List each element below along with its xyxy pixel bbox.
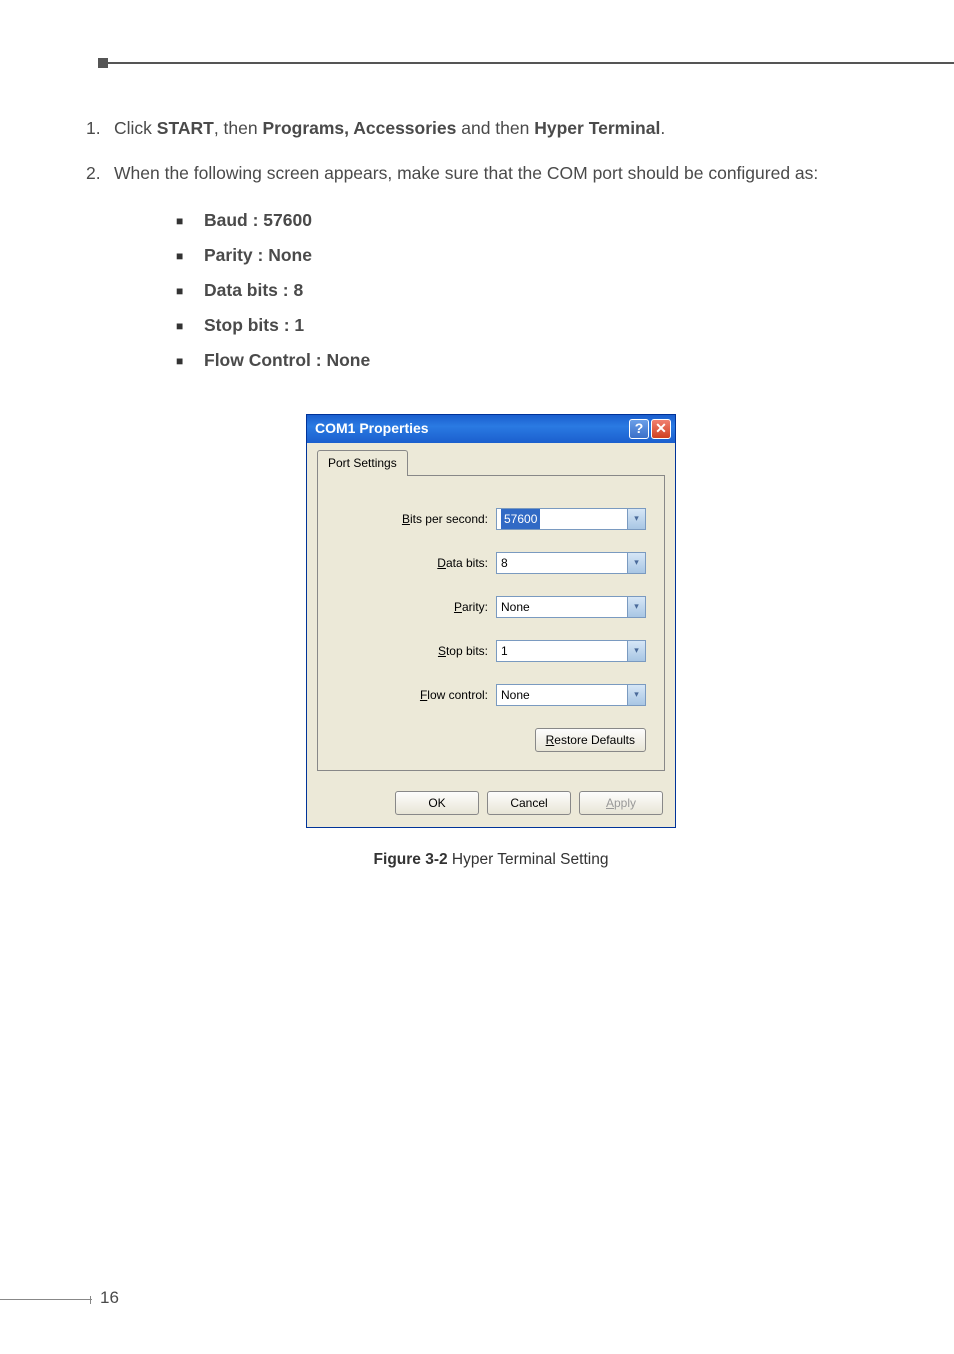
label-parity: Parity:	[454, 598, 488, 617]
row-data-bits: Data bits: 8 ▾	[336, 552, 646, 574]
tab-port-settings[interactable]: Port Settings	[317, 450, 408, 476]
text: , then	[214, 118, 263, 138]
combo-value: 8	[501, 554, 508, 573]
combo-value: None	[501, 598, 530, 617]
cancel-button[interactable]: Cancel	[487, 791, 571, 815]
chevron-down-icon: ▾	[627, 685, 645, 705]
chevron-down-icon: ▾	[627, 553, 645, 573]
ok-button[interactable]: OK	[395, 791, 479, 815]
bold: Programs, Accessories	[262, 118, 456, 138]
bullet-parity: Parity : None	[176, 238, 868, 273]
combo-bits-per-second[interactable]: 57600 ▾	[496, 508, 646, 530]
combo-value: None	[501, 686, 530, 705]
step-1: Click START, then Programs, Accessories …	[86, 115, 868, 142]
page-content: Click START, then Programs, Accessories …	[86, 115, 868, 890]
dialog-footer: OK Cancel Apply	[307, 781, 675, 827]
combo-data-bits[interactable]: 8 ▾	[496, 552, 646, 574]
row-flow-control: Flow control: None ▾	[336, 684, 646, 706]
config-bullets: Baud : 57600 Parity : None Data bits : 8…	[176, 203, 868, 378]
bold: Hyper Terminal	[534, 118, 660, 138]
dialog-body: Port Settings Bits per second: 57600 ▾	[307, 443, 675, 781]
text: .	[660, 118, 665, 138]
text: Click	[114, 118, 157, 138]
combo-stop-bits[interactable]: 1 ▾	[496, 640, 646, 662]
figure-caption: Figure 3-2 Hyper Terminal Setting	[114, 848, 868, 872]
header-rule	[98, 62, 954, 64]
dialog-title: COM1 Properties	[315, 418, 429, 440]
text: When the following screen appears, make …	[114, 163, 818, 183]
com1-properties-dialog: COM1 Properties ? ✕ Port Settings Bits p…	[306, 414, 676, 828]
chevron-down-icon: ▾	[627, 509, 645, 529]
bullet-stopbits: Stop bits : 1	[176, 308, 868, 343]
bullet-flow: Flow Control : None	[176, 343, 868, 378]
restore-row: Restore Defaults	[336, 728, 646, 752]
dialog-titlebar: COM1 Properties ? ✕	[307, 415, 675, 443]
titlebar-buttons: ? ✕	[629, 419, 671, 439]
label-data-bits: Data bits:	[437, 554, 488, 573]
bold: START	[157, 118, 214, 138]
combo-parity[interactable]: None ▾	[496, 596, 646, 618]
label-bits-per-second: Bits per second:	[402, 510, 488, 529]
footer-tick	[90, 1296, 91, 1304]
page-number: 16	[100, 1288, 119, 1308]
row-stop-bits: Stop bits: 1 ▾	[336, 640, 646, 662]
row-parity: Parity: None ▾	[336, 596, 646, 618]
figure-number: Figure 3-2	[374, 851, 448, 868]
apply-button[interactable]: Apply	[579, 791, 663, 815]
combo-flow-control[interactable]: None ▾	[496, 684, 646, 706]
tab-panel: Bits per second: 57600 ▾ Data bits: 8	[317, 475, 665, 771]
chevron-down-icon: ▾	[627, 641, 645, 661]
bullet-baud: Baud : 57600	[176, 203, 868, 238]
help-button[interactable]: ?	[629, 419, 649, 439]
combo-value: 57600	[501, 509, 540, 530]
restore-defaults-button[interactable]: Restore Defaults	[535, 728, 646, 752]
dialog-wrapper: COM1 Properties ? ✕ Port Settings Bits p…	[114, 414, 868, 828]
text: and then	[456, 118, 534, 138]
label-stop-bits: Stop bits:	[438, 642, 488, 661]
chevron-down-icon: ▾	[627, 597, 645, 617]
footer-rule	[0, 1299, 92, 1300]
close-button[interactable]: ✕	[651, 419, 671, 439]
combo-value: 1	[501, 642, 508, 661]
label-flow-control: Flow control:	[420, 686, 488, 705]
step-2: When the following screen appears, make …	[86, 160, 868, 872]
figure-title: Hyper Terminal Setting	[448, 851, 609, 868]
bullet-databits: Data bits : 8	[176, 273, 868, 308]
row-bits-per-second: Bits per second: 57600 ▾	[336, 508, 646, 530]
instruction-list: Click START, then Programs, Accessories …	[86, 115, 868, 872]
